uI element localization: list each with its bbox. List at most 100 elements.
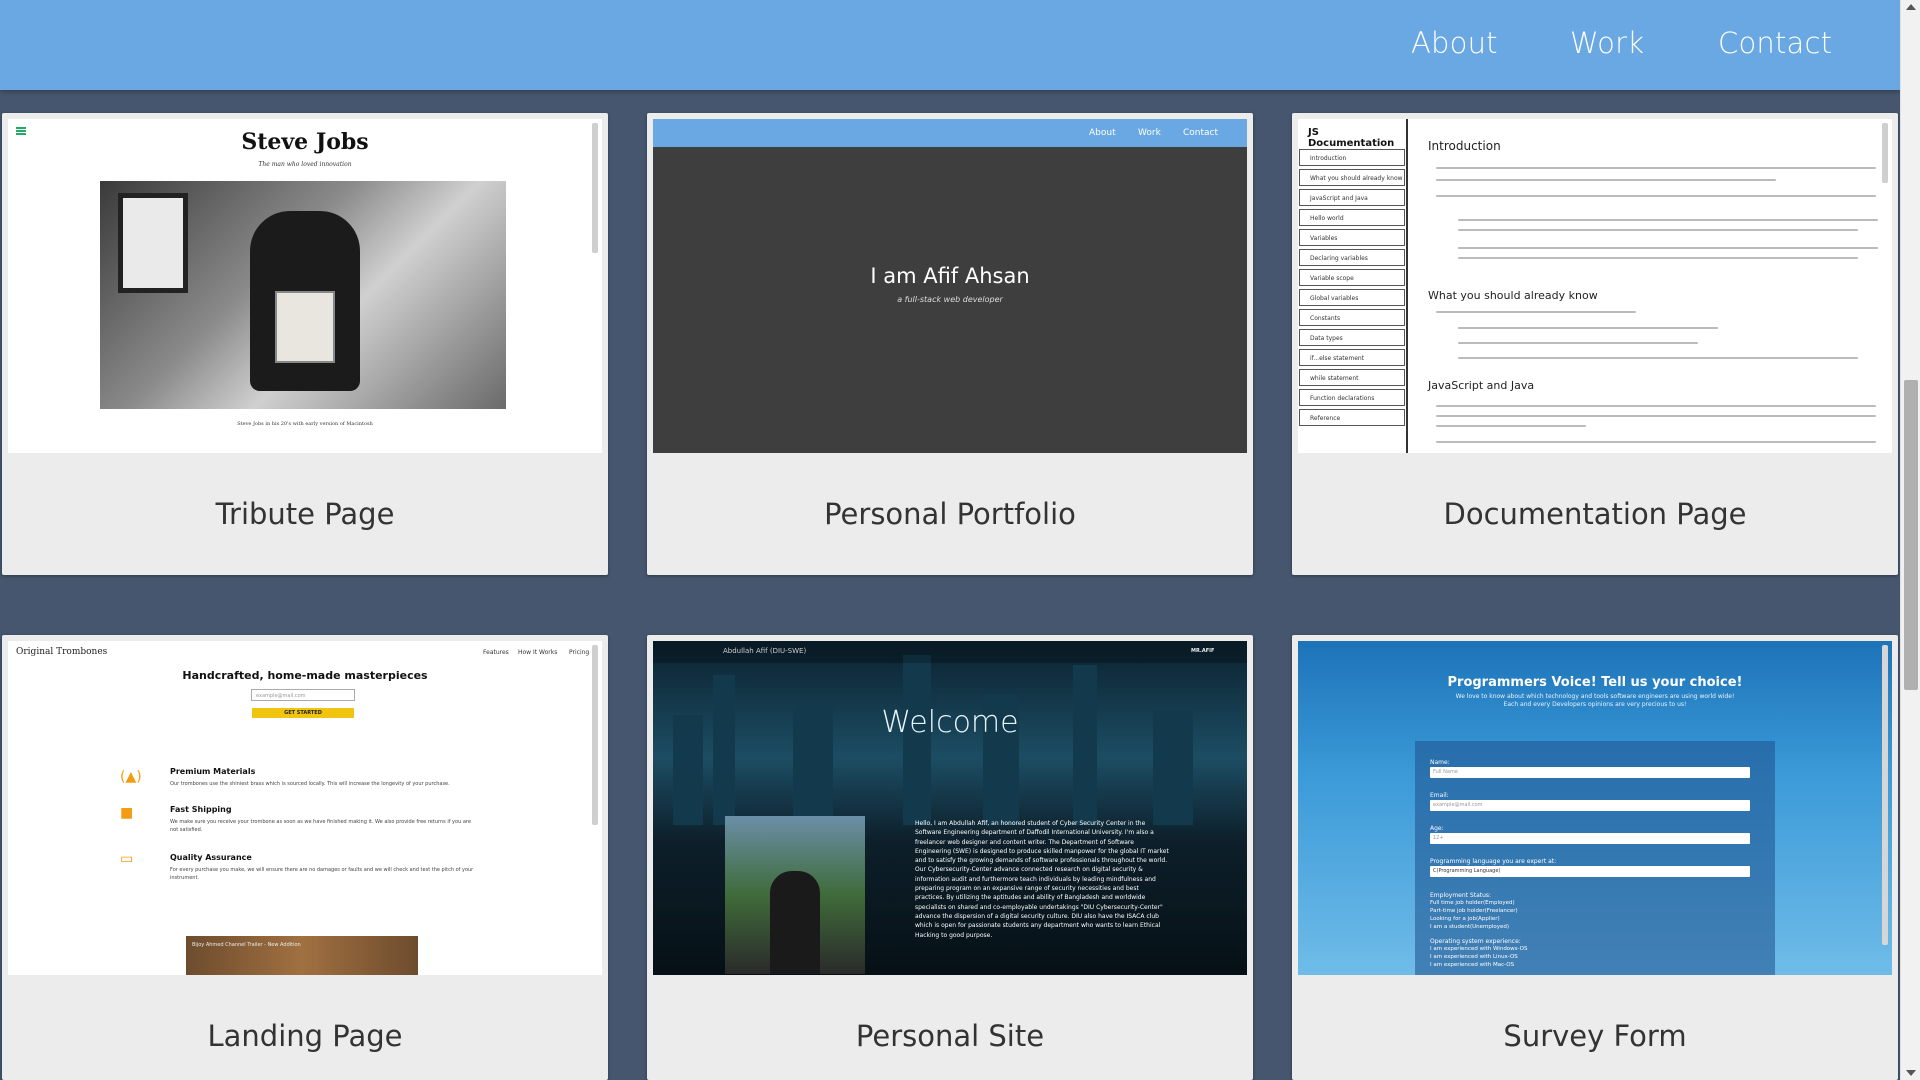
preview-role: a full-stack web developer: [897, 295, 1003, 304]
preview-subtitle: The man who loved innovation: [258, 161, 352, 168]
profile-photo: [725, 816, 865, 974]
doc-text-lines: [1458, 253, 1858, 263]
doc-text-lines: [1458, 353, 1858, 363]
project-preview-survey[interactable]: Programmers Voice! Tell us your choice! …: [1298, 641, 1892, 975]
employment-label: Employment Status:: [1430, 892, 1492, 899]
doc-text-lines: [1436, 401, 1876, 411]
age-field: 12+: [1430, 833, 1750, 844]
scroll-up-icon[interactable]: [1906, 4, 1916, 10]
doc-section-title: Introduction: [1428, 139, 1501, 153]
project-title[interactable]: Landing Page: [2, 1019, 608, 1053]
project-preview-portfolio[interactable]: About Work Contact I am Afif Ahsan a ful…: [653, 119, 1247, 453]
os-label: Operating system experience:: [1430, 938, 1521, 945]
top-navbar: About Work Contact: [0, 0, 1900, 90]
doc-text-lines: [1436, 163, 1876, 173]
project-card-landing[interactable]: Original Trombones Features How It Works…: [2, 635, 608, 1080]
survey-form: Name: Full Name Email: example@mail.com …: [1415, 741, 1775, 975]
employment-option: Looking for a job(Applier): [1430, 916, 1500, 922]
battery-icon: ▭: [120, 851, 134, 867]
name-label: Name:: [1430, 759, 1450, 766]
photo-person: [770, 871, 820, 974]
doc-nav-item: Global variables: [1299, 289, 1405, 306]
preview-logo: Original Trombones: [16, 647, 108, 657]
doc-nav-item: Declaring variables: [1299, 249, 1405, 266]
preview-scrollbar: [592, 123, 598, 253]
feature-title: Premium Materials: [170, 767, 256, 776]
preview-nav-contact: Contact: [1183, 128, 1219, 138]
materials-icon: (▲): [120, 769, 142, 785]
doc-nav-item: What you should already know: [1299, 169, 1405, 186]
doc-nav-item: Hello world: [1299, 209, 1405, 226]
nav-link-contact[interactable]: Contact: [1718, 26, 1832, 60]
email-label: Email:: [1430, 792, 1449, 799]
video-title: Bijoy Ahmed Channel Trailer - New Additi…: [192, 942, 301, 948]
project-preview-personal-site[interactable]: Abdullah Afif (DIU-SWE) MR.AFIF Welcome …: [653, 641, 1247, 975]
preview-cta-button: GET STARTED: [252, 708, 354, 718]
preview-topbar: Abdullah Afif (DIU-SWE) MR.AFIF: [653, 641, 1247, 663]
os-option: I am experienced with Linux-OS: [1430, 954, 1518, 960]
employment-option: I am a student(Unemployed): [1430, 924, 1510, 930]
project-card-survey[interactable]: Programmers Voice! Tell us your choice! …: [1292, 635, 1898, 1080]
project-card-personal-site[interactable]: Abdullah Afif (DIU-SWE) MR.AFIF Welcome …: [647, 635, 1253, 1080]
scroll-thumb[interactable]: [1904, 380, 1918, 690]
photo-window: [118, 193, 188, 293]
page-scrollbar[interactable]: [1900, 0, 1920, 1080]
doc-main: Introduction What you should already kno…: [1428, 119, 1878, 453]
nav-link-work[interactable]: Work: [1570, 26, 1644, 60]
doc-text-lines: [1436, 421, 1586, 431]
employment-option: Full time job holder(Employed): [1430, 900, 1515, 906]
feature-text: We make sure you receive your trombone a…: [170, 819, 471, 833]
doc-text-lines: [1436, 437, 1876, 447]
scroll-down-icon[interactable]: [1906, 1070, 1916, 1076]
project-card-portfolio[interactable]: About Work Contact I am Afif Ahsan a ful…: [647, 113, 1253, 575]
doc-text-lines: [1436, 411, 1876, 421]
doc-nav-item: Function declarations: [1299, 389, 1405, 406]
doc-text-lines: [1436, 175, 1776, 185]
preview-brand: Abdullah Afif (DIU-SWE): [723, 647, 807, 655]
preview-nav-pricing: Pricing: [569, 649, 590, 656]
doc-text-lines: [1436, 191, 1876, 201]
preview-scrollbar: [1882, 645, 1888, 945]
project-card-documentation[interactable]: JS Documentation Introduction What you s…: [1292, 113, 1898, 575]
building: [713, 675, 735, 825]
project-title[interactable]: Documentation Page: [1292, 497, 1898, 531]
doc-section-title: JavaScript and Java: [1428, 379, 1535, 392]
project-title[interactable]: Tribute Page: [2, 497, 608, 531]
doc-nav-item: while statement: [1299, 369, 1405, 386]
building: [1073, 665, 1097, 825]
project-title[interactable]: Personal Site: [647, 1019, 1253, 1053]
preview-heading: Steve Jobs: [241, 129, 369, 155]
project-title[interactable]: Survey Form: [1292, 1019, 1898, 1053]
project-preview-landing[interactable]: Original Trombones Features How It Works…: [8, 641, 602, 975]
preview-nav-about: About: [1089, 128, 1116, 138]
doc-heading: JS Documentation: [1308, 127, 1395, 149]
feature-text: Our trombones use the shiniest brass whi…: [170, 781, 450, 787]
doc-nav-item: Reference: [1299, 409, 1405, 426]
preview-scrollbar: [592, 645, 598, 825]
doc-nav-item: Data types: [1299, 329, 1405, 346]
project-title[interactable]: Personal Portfolio: [647, 497, 1253, 531]
doc-text-lines: [1436, 307, 1636, 317]
doc-text-lines: [1458, 243, 1878, 253]
steve-jobs-photo: [100, 181, 506, 409]
preview-nav-how: How It Works: [518, 649, 558, 656]
project-preview-tribute[interactable]: Steve Jobs The man who loved innovation …: [8, 119, 602, 453]
doc-section-title: What you should already know: [1428, 289, 1598, 302]
age-label: Age:: [1430, 825, 1444, 832]
nav-link-about[interactable]: About: [1411, 26, 1498, 60]
doc-nav-item: Introduction: [1299, 149, 1405, 166]
os-option: I am experienced with Windows-OS: [1430, 946, 1528, 952]
project-card-tribute[interactable]: Steve Jobs The man who loved innovation …: [2, 113, 608, 575]
language-select: C(Programming Language): [1430, 866, 1750, 877]
building: [903, 655, 931, 825]
employment-option: Part-time job holder(Freelancer): [1430, 908, 1518, 914]
doc-nav-item: Variable scope: [1299, 269, 1405, 286]
preview-email-input: example@mail.com: [251, 689, 355, 701]
preview-name: I am Afif Ahsan: [870, 264, 1030, 288]
doc-text-lines: [1458, 215, 1878, 225]
doc-sidebar: JS Documentation Introduction What you s…: [1298, 119, 1408, 453]
project-preview-documentation[interactable]: JS Documentation Introduction What you s…: [1298, 119, 1892, 453]
feature-title: Quality Assurance: [170, 853, 252, 862]
doc-nav-item: Variables: [1299, 229, 1405, 246]
name-field: Full Name: [1430, 767, 1750, 778]
